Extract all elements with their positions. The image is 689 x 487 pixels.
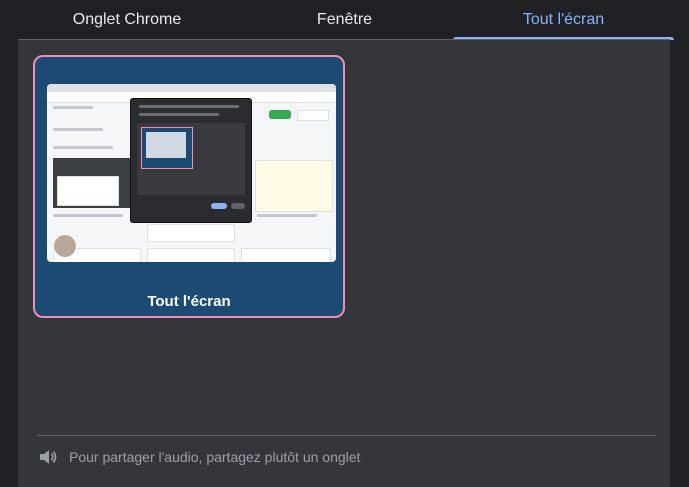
screen-option-card[interactable]: Tout l'écran (33, 55, 345, 318)
audio-hint: Pour partager l'audio, partagez plutôt u… (37, 446, 360, 468)
screen-thumbnail (47, 84, 336, 262)
tab-window[interactable]: Fenêtre (236, 0, 453, 40)
footer-divider (37, 435, 656, 436)
screen-option-label: Tout l'écran (147, 293, 231, 310)
thumbnail-dialog-overlay (130, 98, 252, 223)
screen-share-dialog: Onglet Chrome Fenêtre Tout l'écran Tout … (0, 0, 689, 487)
audio-hint-text: Pour partager l'audio, partagez plutôt u… (69, 449, 361, 465)
speaker-icon (37, 446, 59, 468)
tab-divider (18, 39, 670, 40)
avatar (53, 234, 77, 258)
source-tabs: Onglet Chrome Fenêtre Tout l'écran (0, 0, 689, 40)
tab-entire-screen[interactable]: Tout l'écran (453, 0, 674, 40)
tab-chrome-tab[interactable]: Onglet Chrome (18, 0, 236, 40)
